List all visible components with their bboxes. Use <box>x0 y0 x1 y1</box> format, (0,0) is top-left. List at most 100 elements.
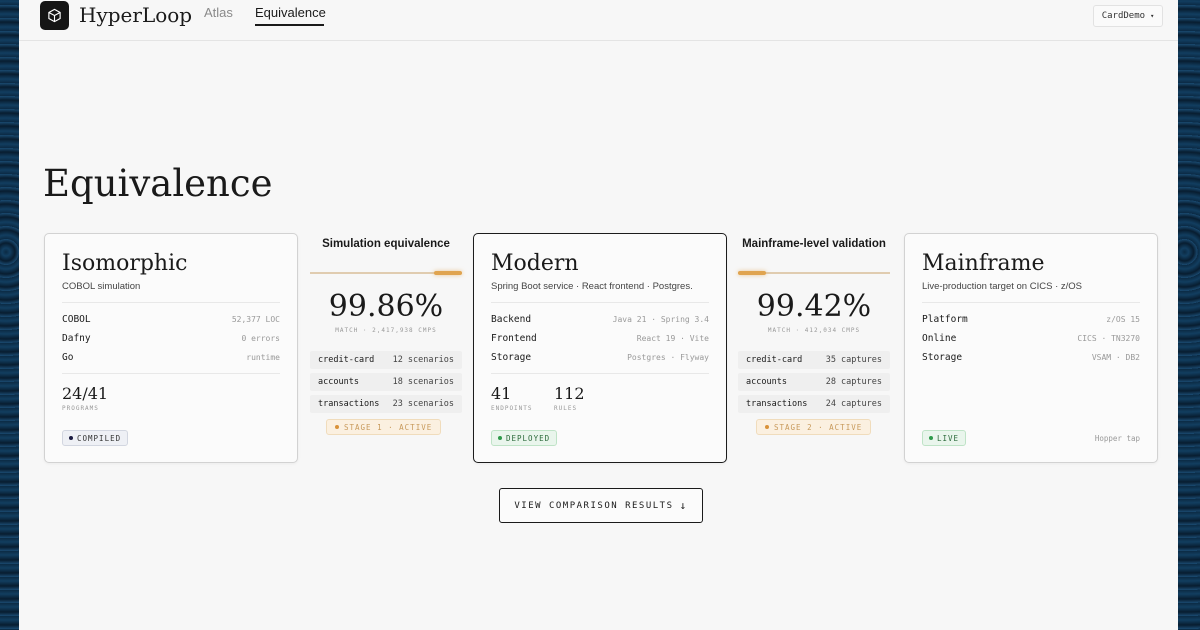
chevron-down-icon: ▾ <box>1150 12 1155 20</box>
card-subtitle: COBOL simulation <box>62 281 141 292</box>
status-badge-label: DEPLOYED <box>506 433 551 443</box>
view-comparison-results-button[interactable]: VIEW COMPARISON RESULTS ↓ <box>499 488 703 523</box>
capture-row[interactable]: accounts 28 captures <box>738 373 890 391</box>
spec-key: Frontend <box>491 332 537 344</box>
spec-value: VSAM · DB2 <box>1091 352 1140 362</box>
stage-badge: STAGE 1 · ACTIVE <box>326 419 442 435</box>
connector-title: Simulation equivalence <box>322 238 450 250</box>
spec-value: React 19 · Vite <box>636 333 709 343</box>
hopper-tap-note: Hopper tap <box>1094 434 1140 443</box>
spec-key: Online <box>922 332 957 344</box>
match-caption: MATCH · 412,034 CMPS <box>767 327 861 334</box>
spec-value: 0 errors <box>241 333 280 343</box>
rules-count: 112 <box>554 384 585 403</box>
card-mainframe[interactable]: Mainframe Live-production target on CICS… <box>904 233 1158 463</box>
spec-key: COBOL <box>62 313 91 325</box>
status-badge-label: COMPILED <box>77 433 122 443</box>
scenario-value: 12 scenarios <box>392 355 454 365</box>
stage-badge: STAGE 2 · ACTIVE <box>756 419 872 435</box>
card-isomorphic[interactable]: Isomorphic COBOL simulation COBOL 52,377… <box>44 233 298 463</box>
project-select[interactable]: CardDemo ▾ <box>1093 5 1163 27</box>
app-window: HyperLoop Atlas Equivalence CardDemo ▾ E… <box>19 0 1178 630</box>
card-title: Modern <box>491 251 579 276</box>
divider <box>491 302 709 303</box>
stage-dot-icon <box>765 425 769 429</box>
card-modern[interactable]: Modern Spring Boot service · React front… <box>473 233 727 463</box>
spec-row: Online CICS · TN3270 <box>922 331 1140 345</box>
spec-row: Platform z/OS 15 <box>922 312 1140 326</box>
desktop-background-right <box>1178 0 1200 630</box>
spec-row: Backend Java 21 · Spring 3.4 <box>491 312 709 326</box>
nav-atlas[interactable]: Atlas <box>204 5 233 20</box>
logo[interactable] <box>40 1 69 30</box>
spec-value: CICS · TN3270 <box>1077 333 1140 343</box>
spec-key: Storage <box>491 351 532 363</box>
status-badge-label: LIVE <box>937 433 960 443</box>
nav-equivalence[interactable]: Equivalence <box>255 5 326 20</box>
programs-count: 24/41 <box>62 384 109 403</box>
page-title: Equivalence <box>43 162 273 205</box>
status-dot-icon <box>69 436 73 440</box>
capture-row[interactable]: transactions 24 captures <box>738 395 890 413</box>
spec-value: runtime <box>246 352 280 362</box>
spec-value: Postgres · Flyway <box>627 352 709 362</box>
scenario-key: transactions <box>318 399 380 409</box>
flow-pulse <box>434 271 462 275</box>
capture-key: transactions <box>746 399 808 409</box>
spec-row: Go runtime <box>62 350 280 364</box>
spec-key: Backend <box>491 313 532 325</box>
stage-dot-icon <box>335 425 339 429</box>
status-dot-icon <box>498 436 502 440</box>
endpoints-count: 41 <box>491 384 512 403</box>
capture-key: accounts <box>746 377 787 387</box>
scenario-key: credit-card <box>318 355 375 365</box>
spec-key: Dafny <box>62 332 91 344</box>
brand-name: HyperLoop <box>79 3 193 27</box>
spec-row: Dafny 0 errors <box>62 331 280 345</box>
spec-row: Frontend React 19 · Vite <box>491 331 709 345</box>
stage-label: STAGE 2 · ACTIVE <box>774 422 863 432</box>
scenario-value: 23 scenarios <box>392 399 454 409</box>
status-badge-live: LIVE <box>922 430 967 446</box>
match-percent: 99.42% <box>756 289 872 324</box>
divider <box>62 373 280 374</box>
top-bar: HyperLoop Atlas Equivalence CardDemo ▾ <box>19 0 1178 41</box>
spec-value: Java 21 · Spring 3.4 <box>612 314 709 324</box>
capture-value: 35 captures <box>825 355 882 365</box>
rules-label: RULES <box>554 405 578 412</box>
desktop-background-left <box>0 0 20 630</box>
match-caption: MATCH · 2,417,938 CMPS <box>335 327 437 334</box>
arrow-down-icon: ↓ <box>679 499 688 512</box>
programs-label: PROGRAMS <box>62 405 99 412</box>
spec-row: Storage VSAM · DB2 <box>922 350 1140 364</box>
nav-active-indicator <box>255 24 324 26</box>
status-badge-deployed: DEPLOYED <box>491 430 558 446</box>
stage-label: STAGE 1 · ACTIVE <box>344 422 433 432</box>
spec-key: Storage <box>922 351 963 363</box>
status-badge-compiled: COMPILED <box>62 430 129 446</box>
project-select-value: CardDemo <box>1101 11 1146 21</box>
flow-pulse <box>738 271 766 275</box>
spec-key: Go <box>62 351 74 363</box>
divider <box>491 373 709 374</box>
cube-icon <box>48 8 61 23</box>
divider <box>62 302 280 303</box>
match-percent: 99.86% <box>328 289 444 324</box>
scenario-row[interactable]: accounts 18 scenarios <box>310 373 462 391</box>
scenario-value: 18 scenarios <box>392 377 454 387</box>
cta-label: VIEW COMPARISON RESULTS <box>514 500 674 511</box>
connector-title: Mainframe-level validation <box>742 238 886 250</box>
scenario-key: accounts <box>318 377 359 387</box>
spec-row: Storage Postgres · Flyway <box>491 350 709 364</box>
divider <box>922 302 1140 303</box>
capture-value: 24 captures <box>825 399 882 409</box>
card-subtitle: Spring Boot service · React frontend · P… <box>491 281 693 292</box>
card-subtitle: Live-production target on CICS · z/OS <box>922 281 1082 292</box>
card-title: Isomorphic <box>62 251 188 276</box>
endpoints-label: ENDPOINTS <box>491 405 533 412</box>
spec-key: Platform <box>922 313 968 325</box>
capture-row[interactable]: credit-card 35 captures <box>738 351 890 369</box>
capture-value: 28 captures <box>825 377 882 387</box>
scenario-row[interactable]: transactions 23 scenarios <box>310 395 462 413</box>
scenario-row[interactable]: credit-card 12 scenarios <box>310 351 462 369</box>
